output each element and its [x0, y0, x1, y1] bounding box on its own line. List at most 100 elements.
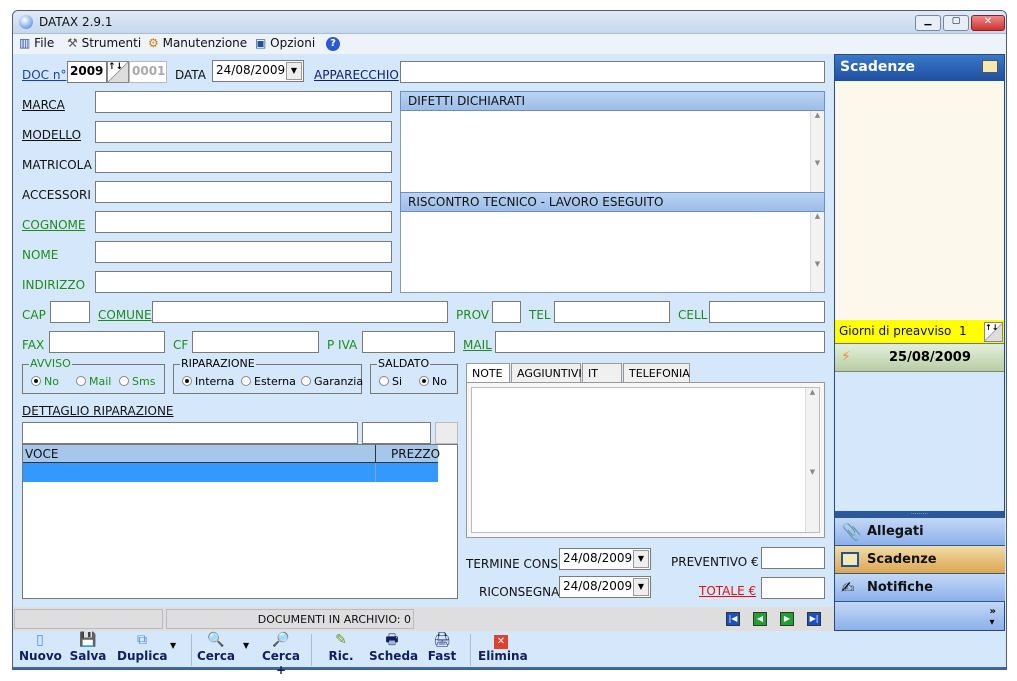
first-record-button[interactable]: |◀ — [726, 612, 740, 626]
menu-file[interactable]: ▥ File — [19, 36, 54, 50]
minimize-button[interactable]: ▁ — [915, 15, 941, 31]
termine-date-picker[interactable]: 24/08/2009 ▼ — [559, 548, 651, 570]
piva-field[interactable] — [362, 331, 455, 353]
totale-field[interactable] — [761, 577, 825, 599]
riconsegna-date-picker[interactable]: 24/08/2009 ▼ — [559, 576, 651, 598]
preavviso-stepper[interactable]: ↑↓ — [984, 322, 1003, 342]
scheda-button[interactable]: 🖶 Scheda — [369, 631, 418, 668]
close-button[interactable]: ✕ — [971, 15, 1005, 31]
tab-it[interactable]: IT — [582, 363, 622, 382]
modello-field[interactable] — [95, 121, 392, 143]
cognome-link[interactable]: COGNOME — [22, 218, 85, 232]
new-document-icon: ▯ — [36, 632, 44, 648]
prezzo-input[interactable] — [362, 422, 431, 444]
nome-field[interactable] — [95, 241, 392, 263]
panel-header: Scadenze — [835, 55, 1004, 81]
data-date-picker[interactable]: 24/08/2009 ▼ — [212, 60, 304, 82]
saldato-si-radio[interactable]: Si — [379, 375, 402, 388]
cerca-plus-button[interactable]: 🔎 Cerca + — [257, 631, 305, 677]
tel-field[interactable] — [554, 301, 670, 323]
calendar-icon — [982, 60, 998, 73]
window-title: DATAX 2.9.1 — [39, 15, 113, 29]
voce-input[interactable] — [22, 422, 358, 444]
scadenza-date-row[interactable]: ⚡ 25/08/2009 — [835, 345, 1004, 372]
avviso-mail-radio[interactable]: Mail — [76, 375, 111, 388]
cerca-button[interactable]: 🔍 Cerca — [193, 631, 239, 668]
apparecchio-field[interactable] — [400, 61, 825, 83]
comune-field[interactable] — [152, 301, 448, 323]
avviso-no-radio[interactable]: No — [31, 375, 59, 388]
notifiche-button[interactable]: ✍ Notifiche — [835, 574, 1005, 602]
allegati-button[interactable]: 📎 Allegati — [835, 518, 1005, 546]
cap-field[interactable] — [50, 301, 90, 323]
menu-opzioni[interactable]: ▣ Opzioni — [255, 36, 315, 50]
cf-label: CF — [173, 338, 189, 352]
scrollbar[interactable]: ▲ ▼ — [810, 111, 824, 192]
indirizzo-field[interactable] — [95, 271, 392, 293]
add-row-button[interactable] — [435, 422, 458, 444]
dettaglio-link[interactable]: DETTAGLIO RIPARAZIONE — [22, 404, 174, 418]
fast-button[interactable]: 🖨 Fast — [423, 631, 461, 668]
descriptions-panel: DIFETTI DICHIARATI ▲ ▼ RISCONTRO TECNICO … — [400, 91, 825, 293]
accessori-field[interactable] — [95, 181, 392, 203]
avviso-sms-radio[interactable]: Sms — [119, 375, 155, 388]
ric-button[interactable]: ✎ Ric. — [321, 631, 361, 668]
scadenze-button[interactable]: Scadenze — [835, 546, 1005, 574]
comune-link[interactable]: COMUNE — [98, 308, 152, 322]
note-textarea[interactable]: ▲ ▼ — [471, 387, 820, 533]
panel-title: Scadenze — [840, 59, 915, 75]
column-voce[interactable]: VOCE — [25, 447, 58, 461]
marca-field[interactable] — [95, 91, 392, 113]
menu-manutenzione[interactable]: ⚙ Manutenzione — [148, 36, 247, 50]
maximize-button[interactable]: ▢ — [943, 15, 969, 31]
scrollbar[interactable]: ▲ ▼ — [805, 388, 819, 532]
doc-year-field[interactable]: 2009 — [67, 61, 107, 83]
cognome-field[interactable] — [95, 211, 392, 233]
elimina-button[interactable]: ✕ Elimina — [478, 631, 528, 668]
chevron-down-icon[interactable]: ▼ — [633, 550, 649, 568]
difetti-textarea[interactable]: ▲ ▼ — [401, 111, 824, 192]
last-record-button[interactable]: ▶| — [807, 612, 821, 626]
cell-field[interactable] — [709, 301, 825, 323]
scrollbar[interactable]: ▲ ▼ — [810, 212, 824, 292]
column-prezzo[interactable]: PREZZO — [391, 447, 440, 461]
doc-number-field[interactable]: 0001 — [129, 61, 167, 83]
chevron-down-icon[interactable]: ▼ — [286, 62, 302, 80]
duplica-button[interactable]: ⧉ Duplica — [117, 631, 168, 668]
prev-record-button[interactable]: ◀ — [753, 612, 767, 626]
tab-note[interactable]: NOTE — [466, 363, 510, 383]
prov-field[interactable] — [492, 301, 521, 323]
scadenza-date: 25/08/2009 — [889, 350, 971, 365]
doc-link[interactable]: DOC n° — [22, 68, 66, 82]
apparecchio-link[interactable]: APPARECCHIO — [314, 68, 399, 82]
fax-field[interactable] — [49, 331, 165, 353]
cerca-dropdown-icon[interactable]: ▼ — [243, 641, 249, 650]
chevron-down-icon[interactable]: ▼ — [633, 578, 649, 596]
modello-link[interactable]: MODELLO — [22, 128, 81, 142]
marca-link[interactable]: MARCA — [22, 98, 65, 112]
preventivo-field[interactable] — [761, 547, 825, 569]
matricola-field[interactable] — [95, 151, 392, 173]
chevron-more-icon[interactable]: » ▾ — [990, 606, 996, 628]
preavviso-value: 1 — [959, 324, 967, 338]
year-stepper[interactable]: ↑↓ — [107, 61, 129, 83]
menu-strumenti[interactable]: ⚒ Strumenti — [67, 36, 141, 50]
splitter-handle[interactable]: ......... — [835, 510, 1004, 518]
interna-radio[interactable]: Interna — [182, 375, 234, 388]
nuovo-button[interactable]: ▯ Nuovo — [19, 631, 62, 668]
cf-field[interactable] — [192, 331, 319, 353]
mail-link[interactable]: MAIL — [463, 338, 492, 352]
garanzia-radio[interactable]: Garanzia — [301, 375, 363, 388]
help-icon[interactable]: ? — [326, 37, 340, 51]
esterna-radio[interactable]: Esterna — [241, 375, 296, 388]
salva-button[interactable]: 💾 Salva — [68, 631, 108, 668]
tab-aggiuntivi[interactable]: AGGIUNTIVI — [511, 363, 582, 382]
table-row[interactable] — [23, 463, 438, 482]
riscontro-textarea[interactable]: ▲ ▼ — [401, 212, 824, 292]
tab-telefonia[interactable]: TELEFONIA — [623, 363, 690, 382]
totale-link[interactable]: TOTALE € — [699, 584, 756, 598]
duplica-dropdown-icon[interactable]: ▼ — [170, 641, 176, 650]
mail-field[interactable] — [495, 331, 825, 353]
saldato-no-radio[interactable]: No — [419, 375, 447, 388]
next-record-button[interactable]: ▶ — [780, 612, 794, 626]
